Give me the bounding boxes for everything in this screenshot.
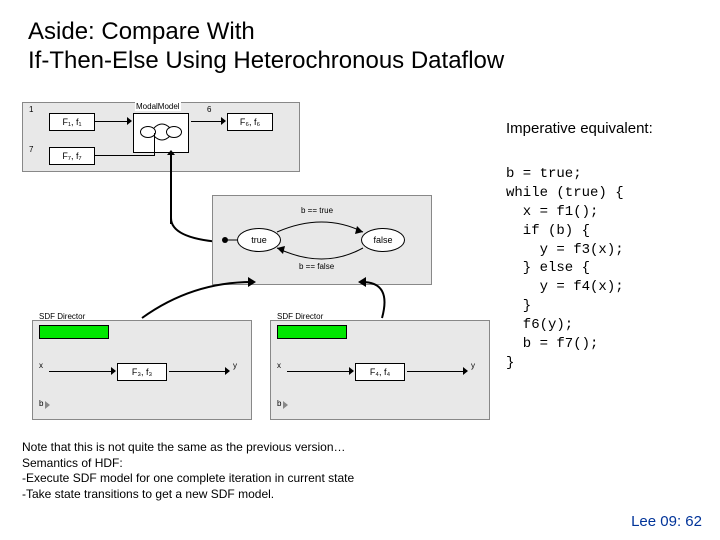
wire-f4-y	[407, 371, 467, 372]
title-line2: If-Then-Else Using Heterochronous Datafl…	[28, 47, 504, 74]
top-panel: 1 6 7 F₁, f₁ F₆, f₆ F₇, f₇ ModalModel	[22, 102, 300, 172]
sdf-left-panel: SDF Director x y b F₃, f₃	[32, 320, 252, 420]
arrow-1-modal	[127, 117, 132, 125]
wire-7-modal-h	[95, 155, 155, 156]
arrow-x-f3	[111, 367, 116, 375]
block-f7: F₇, f₇	[49, 147, 95, 165]
footnote: Note that this is not quite the same as …	[22, 440, 542, 502]
port-6-label: 6	[207, 105, 211, 114]
arrow-modal-fsm	[167, 150, 175, 155]
port-7-label: 7	[29, 145, 33, 154]
port-y-right: y	[471, 361, 475, 370]
port-b-icon-right	[283, 401, 288, 409]
fsm-arcs	[213, 196, 433, 286]
wire-1-modal	[95, 121, 131, 122]
right-column: Imperative equivalent: b = true; while (…	[506, 120, 706, 373]
slide-footer: Lee 09: 62	[631, 513, 702, 530]
wire-x-f4	[287, 371, 353, 372]
modal-arcs	[134, 114, 190, 154]
arrow-x-f4	[349, 367, 354, 375]
port-y-left: y	[233, 361, 237, 370]
port-x-right: x	[277, 361, 281, 370]
code-block: b = true; while (true) { x = f1(); if (b…	[506, 165, 706, 373]
diagram-area: 1 6 7 F₁, f₁ F₆, f₆ F₇, f₇ ModalModel tr…	[22, 102, 492, 422]
block-f4: F₄, f₄	[355, 363, 405, 381]
slide-title: Aside: Compare With If-Then-Else Using H…	[0, 0, 720, 76]
title-line1: Aside: Compare With	[28, 18, 255, 45]
sdf-director-left	[39, 325, 109, 339]
sdf-director-right	[277, 325, 347, 339]
port-b-right: b	[277, 399, 281, 408]
block-f1: F₁, f₁	[49, 113, 95, 131]
connector-modal-fsm	[170, 154, 172, 224]
wire-f3-y	[169, 371, 229, 372]
arrow-f3-y	[225, 367, 230, 375]
port-1-label: 1	[29, 105, 33, 114]
modal-block	[133, 113, 189, 153]
block-f3: F₃, f₃	[117, 363, 167, 381]
arrow-modal-6	[221, 117, 226, 125]
modal-label: ModalModel	[135, 102, 181, 111]
port-x-left: x	[39, 361, 43, 370]
wire-modal-6	[191, 121, 225, 122]
block-f6: F₆, f₆	[227, 113, 273, 131]
wire-7-modal-v	[154, 133, 155, 156]
wire-x-f3	[49, 371, 115, 372]
imperative-label: Imperative equivalent:	[506, 120, 706, 137]
port-b-icon-left	[45, 401, 50, 409]
sdf-dir-label-left: SDF Director	[39, 312, 85, 321]
fsm-panel: true false b == true b == false	[212, 195, 432, 285]
sdf-right-panel: SDF Director x y b F₄, f₄	[270, 320, 490, 420]
sdf-dir-label-right: SDF Director	[277, 312, 323, 321]
arrow-f4-y	[463, 367, 468, 375]
port-b-left: b	[39, 399, 43, 408]
